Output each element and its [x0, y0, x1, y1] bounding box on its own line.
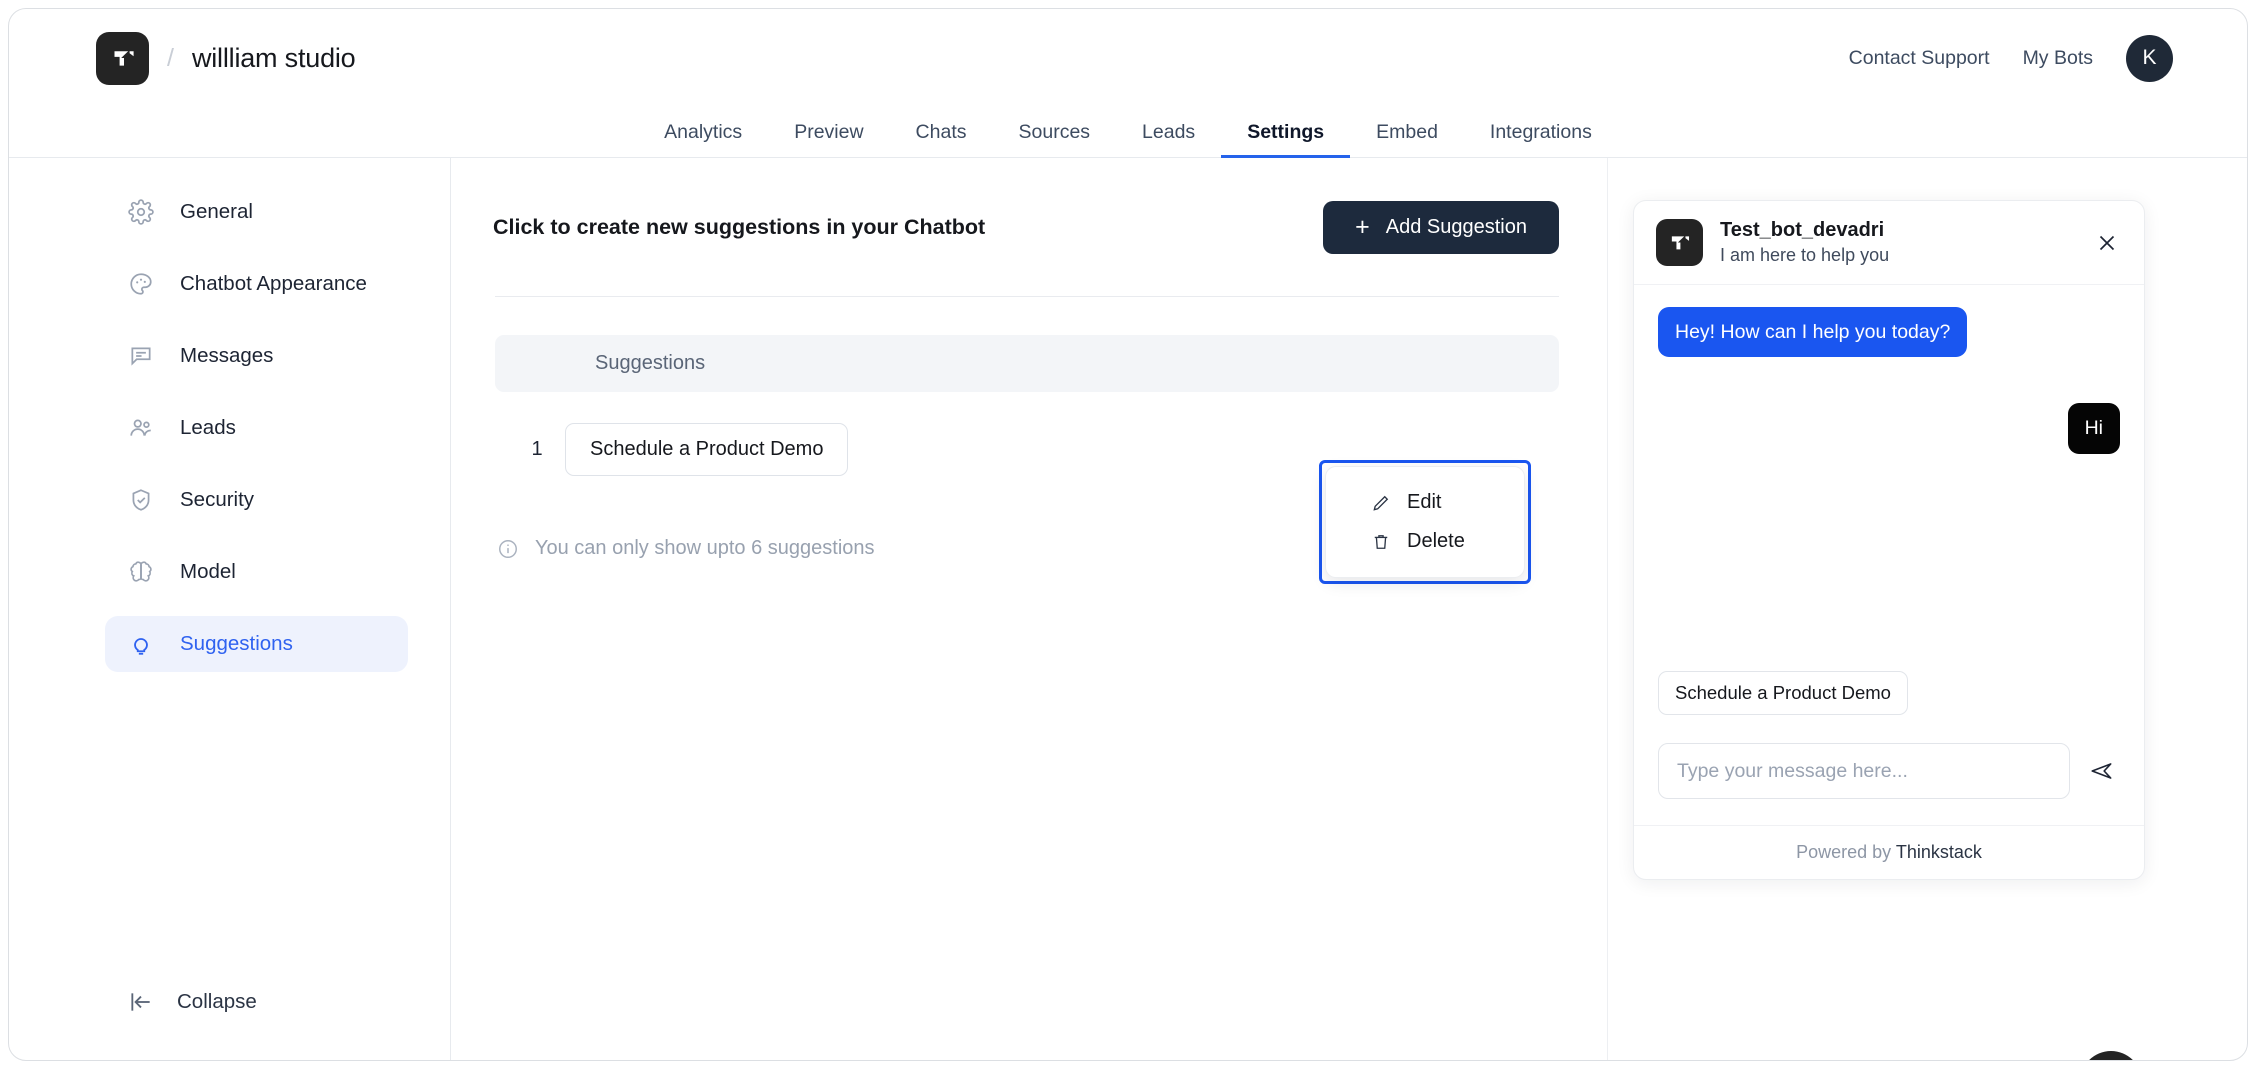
column-header-suggestions: Suggestions	[595, 352, 706, 374]
close-icon[interactable]	[2090, 226, 2124, 260]
chat-composer	[1634, 715, 2144, 825]
collapse-sidebar-button[interactable]: Collapse	[127, 988, 257, 1016]
top-bar: / willliam studio Contact Support My Bot…	[9, 9, 2247, 107]
powered-by-text: Powered by	[1796, 842, 1896, 862]
brain-icon	[126, 557, 156, 587]
sidebar-item-chatbot-appearance[interactable]: Chatbot Appearance	[105, 256, 408, 312]
pencil-icon	[1370, 492, 1392, 514]
bot-tagline: I am here to help you	[1720, 245, 1890, 265]
chat-widget: Test_bot_devadri I am here to help you H…	[1633, 200, 2145, 880]
chat-launcher-button[interactable]	[2080, 1051, 2142, 1060]
tab-leads[interactable]: Leads	[1116, 121, 1221, 157]
shield-check-icon	[126, 485, 156, 515]
message-row-bot: Hey! How can I help you today?	[1658, 307, 2120, 358]
add-suggestion-label: Add Suggestion	[1385, 216, 1527, 238]
menu-item-label: Edit	[1407, 491, 1442, 513]
bot-message-bubble: Hey! How can I help you today?	[1658, 307, 1968, 358]
header-divider	[495, 296, 1559, 297]
add-suggestion-button[interactable]: + Add Suggestion	[1323, 201, 1559, 254]
tab-integrations[interactable]: Integrations	[1464, 121, 1618, 157]
tab-analytics[interactable]: Analytics	[638, 121, 768, 157]
send-icon[interactable]	[2084, 753, 2120, 789]
brand: / willliam studio	[96, 31, 356, 85]
panel-header: Click to create new suggestions in your …	[451, 158, 1607, 254]
suggestion-chip[interactable]: Schedule a Product Demo	[565, 422, 849, 476]
users-icon	[126, 413, 156, 443]
chat-message-input[interactable]	[1658, 743, 2070, 799]
gear-icon	[126, 197, 156, 227]
sidebar-item-messages[interactable]: Messages	[105, 328, 408, 384]
plus-icon: +	[1355, 213, 1370, 241]
chat-widget-footer: Powered by Thinkstack	[1634, 825, 2144, 879]
chat-widget-header: Test_bot_devadri I am here to help you	[1634, 201, 2144, 285]
sidebar-item-label: Chatbot Appearance	[180, 272, 367, 295]
sidebar-item-general[interactable]: General	[105, 184, 408, 240]
row-context-menu: Edit Delete	[1319, 460, 1531, 584]
sidebar-list: General Chatbot Appearance Messages Lead…	[9, 158, 450, 672]
chat-message-list: Hey! How can I help you today? Hi	[1634, 285, 2144, 671]
message-icon	[126, 341, 156, 371]
suggestions-table-header: Suggestions Type	[495, 335, 1814, 392]
brand-separator: /	[167, 43, 174, 72]
thinkstack-logo-icon	[1656, 219, 1703, 266]
context-menu-card: Edit Delete	[1325, 466, 1525, 578]
contact-support-link[interactable]: Contact Support	[1849, 47, 1990, 70]
palette-icon	[126, 269, 156, 299]
user-message-bubble: Hi	[2067, 403, 2120, 454]
sidebar-item-label: Messages	[180, 344, 274, 367]
sidebar-item-leads[interactable]: Leads	[105, 400, 408, 456]
tab-chats[interactable]: Chats	[890, 121, 993, 157]
lightbulb-icon	[126, 629, 156, 659]
sidebar-item-security[interactable]: Security	[105, 472, 408, 528]
thinkstack-logo-icon	[96, 31, 149, 85]
limit-note-text: You can only show upto 6 suggestions	[535, 537, 875, 559]
tab-sources[interactable]: Sources	[993, 121, 1117, 157]
collapse-left-icon	[127, 988, 155, 1016]
sidebar-item-label: Leads	[180, 416, 236, 439]
sidebar-item-model[interactable]: Model	[105, 544, 408, 600]
tab-embed[interactable]: Embed	[1350, 121, 1464, 157]
sidebar-item-label: Model	[180, 560, 236, 583]
menu-item-delete[interactable]: Delete	[1326, 522, 1524, 561]
menu-item-label: Delete	[1407, 530, 1465, 552]
sidebar-item-label: Security	[180, 488, 255, 511]
page-title: willliam studio	[191, 42, 356, 73]
tab-settings[interactable]: Settings	[1221, 121, 1351, 158]
powered-by-brand: Thinkstack	[1895, 842, 1982, 862]
collapse-label: Collapse	[177, 990, 257, 1013]
info-icon	[495, 536, 520, 561]
bot-name: Test_bot_devadri	[1720, 219, 1885, 241]
chatbot-preview-pane: Test_bot_devadri I am here to help you H…	[1607, 158, 2247, 1060]
row-index: 1	[531, 437, 543, 460]
top-bar-actions: Contact Support My Bots K	[1849, 9, 2173, 107]
my-bots-link[interactable]: My Bots	[2023, 47, 2093, 70]
message-row-user: Hi	[1658, 403, 2120, 454]
sidebar-item-label: General	[180, 200, 253, 223]
main-nav-tabs: Analytics Preview Chats Sources Leads Se…	[9, 107, 2247, 158]
panel-title: Click to create new suggestions in your …	[493, 215, 986, 239]
sidebar-item-suggestions[interactable]: Suggestions	[105, 616, 408, 672]
chat-widget-identity: Test_bot_devadri I am here to help you	[1720, 219, 2073, 266]
sidebar-item-label: Suggestions	[180, 632, 293, 655]
tab-preview[interactable]: Preview	[768, 121, 889, 157]
chat-suggestion-chips: Schedule a Product Demo	[1634, 671, 2144, 715]
menu-item-edit[interactable]: Edit	[1326, 483, 1524, 522]
app-window: / willliam studio Contact Support My Bot…	[8, 8, 2248, 1061]
suggestions-panel: Click to create new suggestions in your …	[451, 158, 1952, 1060]
settings-sidebar: General Chatbot Appearance Messages Lead…	[9, 158, 451, 1060]
chat-suggestion-chip[interactable]: Schedule a Product Demo	[1658, 671, 1908, 715]
trash-icon	[1370, 531, 1392, 553]
avatar[interactable]: K	[2126, 34, 2173, 82]
